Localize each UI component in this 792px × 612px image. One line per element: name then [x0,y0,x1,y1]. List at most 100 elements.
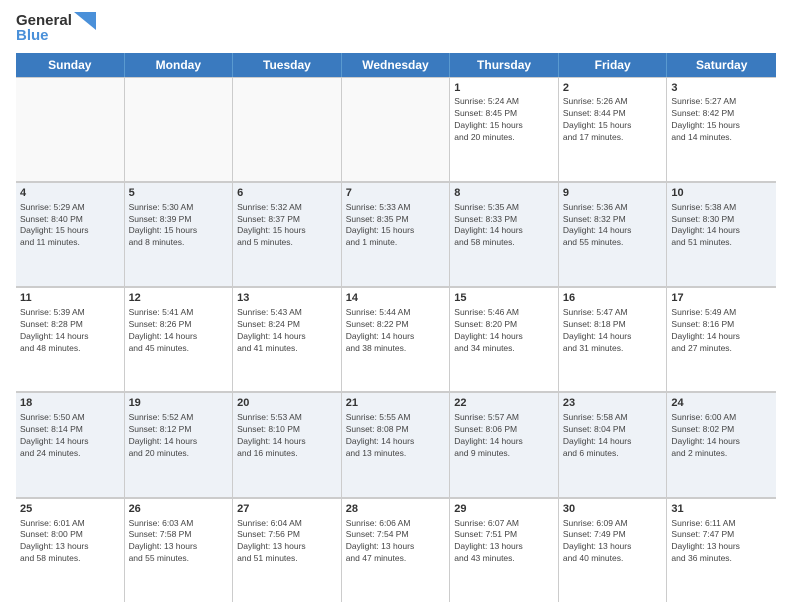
day-cell-14: 14Sunrise: 5:44 AM Sunset: 8:22 PM Dayli… [342,288,451,391]
day-info: Sunrise: 5:58 AM Sunset: 8:04 PM Dayligh… [563,412,663,460]
day-number: 6 [237,186,337,201]
day-info: Sunrise: 5:38 AM Sunset: 8:30 PM Dayligh… [671,202,772,250]
day-number: 11 [20,291,120,306]
day-number: 5 [129,186,229,201]
empty-cell [342,78,451,181]
day-number: 19 [129,396,229,411]
day-info: Sunrise: 5:36 AM Sunset: 8:32 PM Dayligh… [563,202,663,250]
day-number: 9 [563,186,663,201]
day-info: Sunrise: 5:32 AM Sunset: 8:37 PM Dayligh… [237,202,337,250]
day-cell-30: 30Sunrise: 6:09 AM Sunset: 7:49 PM Dayli… [559,499,668,602]
day-number: 2 [563,81,663,96]
day-header-friday: Friday [559,53,668,77]
logo-blue-text: Blue [16,28,49,45]
day-cell-22: 22Sunrise: 5:57 AM Sunset: 8:06 PM Dayli… [450,393,559,496]
day-number: 28 [346,502,446,517]
day-info: Sunrise: 5:29 AM Sunset: 8:40 PM Dayligh… [20,202,120,250]
day-cell-3: 3Sunrise: 5:27 AM Sunset: 8:42 PM Daylig… [667,78,776,181]
day-info: Sunrise: 5:27 AM Sunset: 8:42 PM Dayligh… [671,96,772,144]
page: General Blue SundayMondayTuesdayWednesda… [0,0,792,612]
day-info: Sunrise: 6:01 AM Sunset: 8:00 PM Dayligh… [20,518,120,566]
day-number: 22 [454,396,554,411]
day-cell-29: 29Sunrise: 6:07 AM Sunset: 7:51 PM Dayli… [450,499,559,602]
day-info: Sunrise: 5:55 AM Sunset: 8:08 PM Dayligh… [346,412,446,460]
day-number: 27 [237,502,337,517]
calendar-row-5: 25Sunrise: 6:01 AM Sunset: 8:00 PM Dayli… [16,498,776,602]
day-number: 15 [454,291,554,306]
day-info: Sunrise: 6:09 AM Sunset: 7:49 PM Dayligh… [563,518,663,566]
empty-cell [16,78,125,181]
day-cell-5: 5Sunrise: 5:30 AM Sunset: 8:39 PM Daylig… [125,183,234,286]
day-info: Sunrise: 5:24 AM Sunset: 8:45 PM Dayligh… [454,96,554,144]
day-info: Sunrise: 5:26 AM Sunset: 8:44 PM Dayligh… [563,96,663,144]
day-info: Sunrise: 5:43 AM Sunset: 8:24 PM Dayligh… [237,307,337,355]
day-number: 3 [671,81,772,96]
day-cell-31: 31Sunrise: 6:11 AM Sunset: 7:47 PM Dayli… [667,499,776,602]
day-cell-26: 26Sunrise: 6:03 AM Sunset: 7:58 PM Dayli… [125,499,234,602]
day-cell-27: 27Sunrise: 6:04 AM Sunset: 7:56 PM Dayli… [233,499,342,602]
day-cell-15: 15Sunrise: 5:46 AM Sunset: 8:20 PM Dayli… [450,288,559,391]
day-cell-10: 10Sunrise: 5:38 AM Sunset: 8:30 PM Dayli… [667,183,776,286]
calendar-row-3: 11Sunrise: 5:39 AM Sunset: 8:28 PM Dayli… [16,287,776,392]
calendar-row-2: 4Sunrise: 5:29 AM Sunset: 8:40 PM Daylig… [16,182,776,287]
logo-arrow-icon [74,12,96,30]
day-info: Sunrise: 5:53 AM Sunset: 8:10 PM Dayligh… [237,412,337,460]
day-cell-6: 6Sunrise: 5:32 AM Sunset: 8:37 PM Daylig… [233,183,342,286]
day-number: 24 [671,396,772,411]
day-info: Sunrise: 5:47 AM Sunset: 8:18 PM Dayligh… [563,307,663,355]
day-info: Sunrise: 5:46 AM Sunset: 8:20 PM Dayligh… [454,307,554,355]
day-cell-16: 16Sunrise: 5:47 AM Sunset: 8:18 PM Dayli… [559,288,668,391]
day-header-wednesday: Wednesday [342,53,451,77]
day-cell-11: 11Sunrise: 5:39 AM Sunset: 8:28 PM Dayli… [16,288,125,391]
day-cell-19: 19Sunrise: 5:52 AM Sunset: 8:12 PM Dayli… [125,393,234,496]
day-info: Sunrise: 5:30 AM Sunset: 8:39 PM Dayligh… [129,202,229,250]
day-cell-20: 20Sunrise: 5:53 AM Sunset: 8:10 PM Dayli… [233,393,342,496]
day-info: Sunrise: 6:07 AM Sunset: 7:51 PM Dayligh… [454,518,554,566]
day-number: 29 [454,502,554,517]
day-header-thursday: Thursday [450,53,559,77]
day-number: 23 [563,396,663,411]
day-info: Sunrise: 5:57 AM Sunset: 8:06 PM Dayligh… [454,412,554,460]
day-cell-2: 2Sunrise: 5:26 AM Sunset: 8:44 PM Daylig… [559,78,668,181]
day-cell-23: 23Sunrise: 5:58 AM Sunset: 8:04 PM Dayli… [559,393,668,496]
day-cell-18: 18Sunrise: 5:50 AM Sunset: 8:14 PM Dayli… [16,393,125,496]
day-header-tuesday: Tuesday [233,53,342,77]
day-cell-13: 13Sunrise: 5:43 AM Sunset: 8:24 PM Dayli… [233,288,342,391]
day-number: 14 [346,291,446,306]
day-info: Sunrise: 5:49 AM Sunset: 8:16 PM Dayligh… [671,307,772,355]
day-info: Sunrise: 5:44 AM Sunset: 8:22 PM Dayligh… [346,307,446,355]
empty-cell [233,78,342,181]
calendar: SundayMondayTuesdayWednesdayThursdayFrid… [16,53,776,603]
day-info: Sunrise: 6:04 AM Sunset: 7:56 PM Dayligh… [237,518,337,566]
day-number: 10 [671,186,772,201]
day-cell-21: 21Sunrise: 5:55 AM Sunset: 8:08 PM Dayli… [342,393,451,496]
day-info: Sunrise: 6:00 AM Sunset: 8:02 PM Dayligh… [671,412,772,460]
day-number: 21 [346,396,446,411]
day-cell-25: 25Sunrise: 6:01 AM Sunset: 8:00 PM Dayli… [16,499,125,602]
empty-cell [125,78,234,181]
day-cell-4: 4Sunrise: 5:29 AM Sunset: 8:40 PM Daylig… [16,183,125,286]
day-number: 18 [20,396,120,411]
calendar-body: 1Sunrise: 5:24 AM Sunset: 8:45 PM Daylig… [16,77,776,603]
day-info: Sunrise: 5:35 AM Sunset: 8:33 PM Dayligh… [454,202,554,250]
day-info: Sunrise: 5:50 AM Sunset: 8:14 PM Dayligh… [20,412,120,460]
day-number: 8 [454,186,554,201]
day-cell-8: 8Sunrise: 5:35 AM Sunset: 8:33 PM Daylig… [450,183,559,286]
calendar-row-4: 18Sunrise: 5:50 AM Sunset: 8:14 PM Dayli… [16,392,776,497]
day-info: Sunrise: 5:39 AM Sunset: 8:28 PM Dayligh… [20,307,120,355]
day-number: 30 [563,502,663,517]
day-info: Sunrise: 6:06 AM Sunset: 7:54 PM Dayligh… [346,518,446,566]
day-cell-24: 24Sunrise: 6:00 AM Sunset: 8:02 PM Dayli… [667,393,776,496]
calendar-row-1: 1Sunrise: 5:24 AM Sunset: 8:45 PM Daylig… [16,77,776,182]
day-number: 7 [346,186,446,201]
day-number: 20 [237,396,337,411]
calendar-header: SundayMondayTuesdayWednesdayThursdayFrid… [16,53,776,77]
header: General Blue [16,12,776,45]
day-number: 12 [129,291,229,306]
day-header-saturday: Saturday [667,53,776,77]
day-header-monday: Monday [125,53,234,77]
day-cell-17: 17Sunrise: 5:49 AM Sunset: 8:16 PM Dayli… [667,288,776,391]
day-info: Sunrise: 6:03 AM Sunset: 7:58 PM Dayligh… [129,518,229,566]
day-number: 4 [20,186,120,201]
day-cell-1: 1Sunrise: 5:24 AM Sunset: 8:45 PM Daylig… [450,78,559,181]
